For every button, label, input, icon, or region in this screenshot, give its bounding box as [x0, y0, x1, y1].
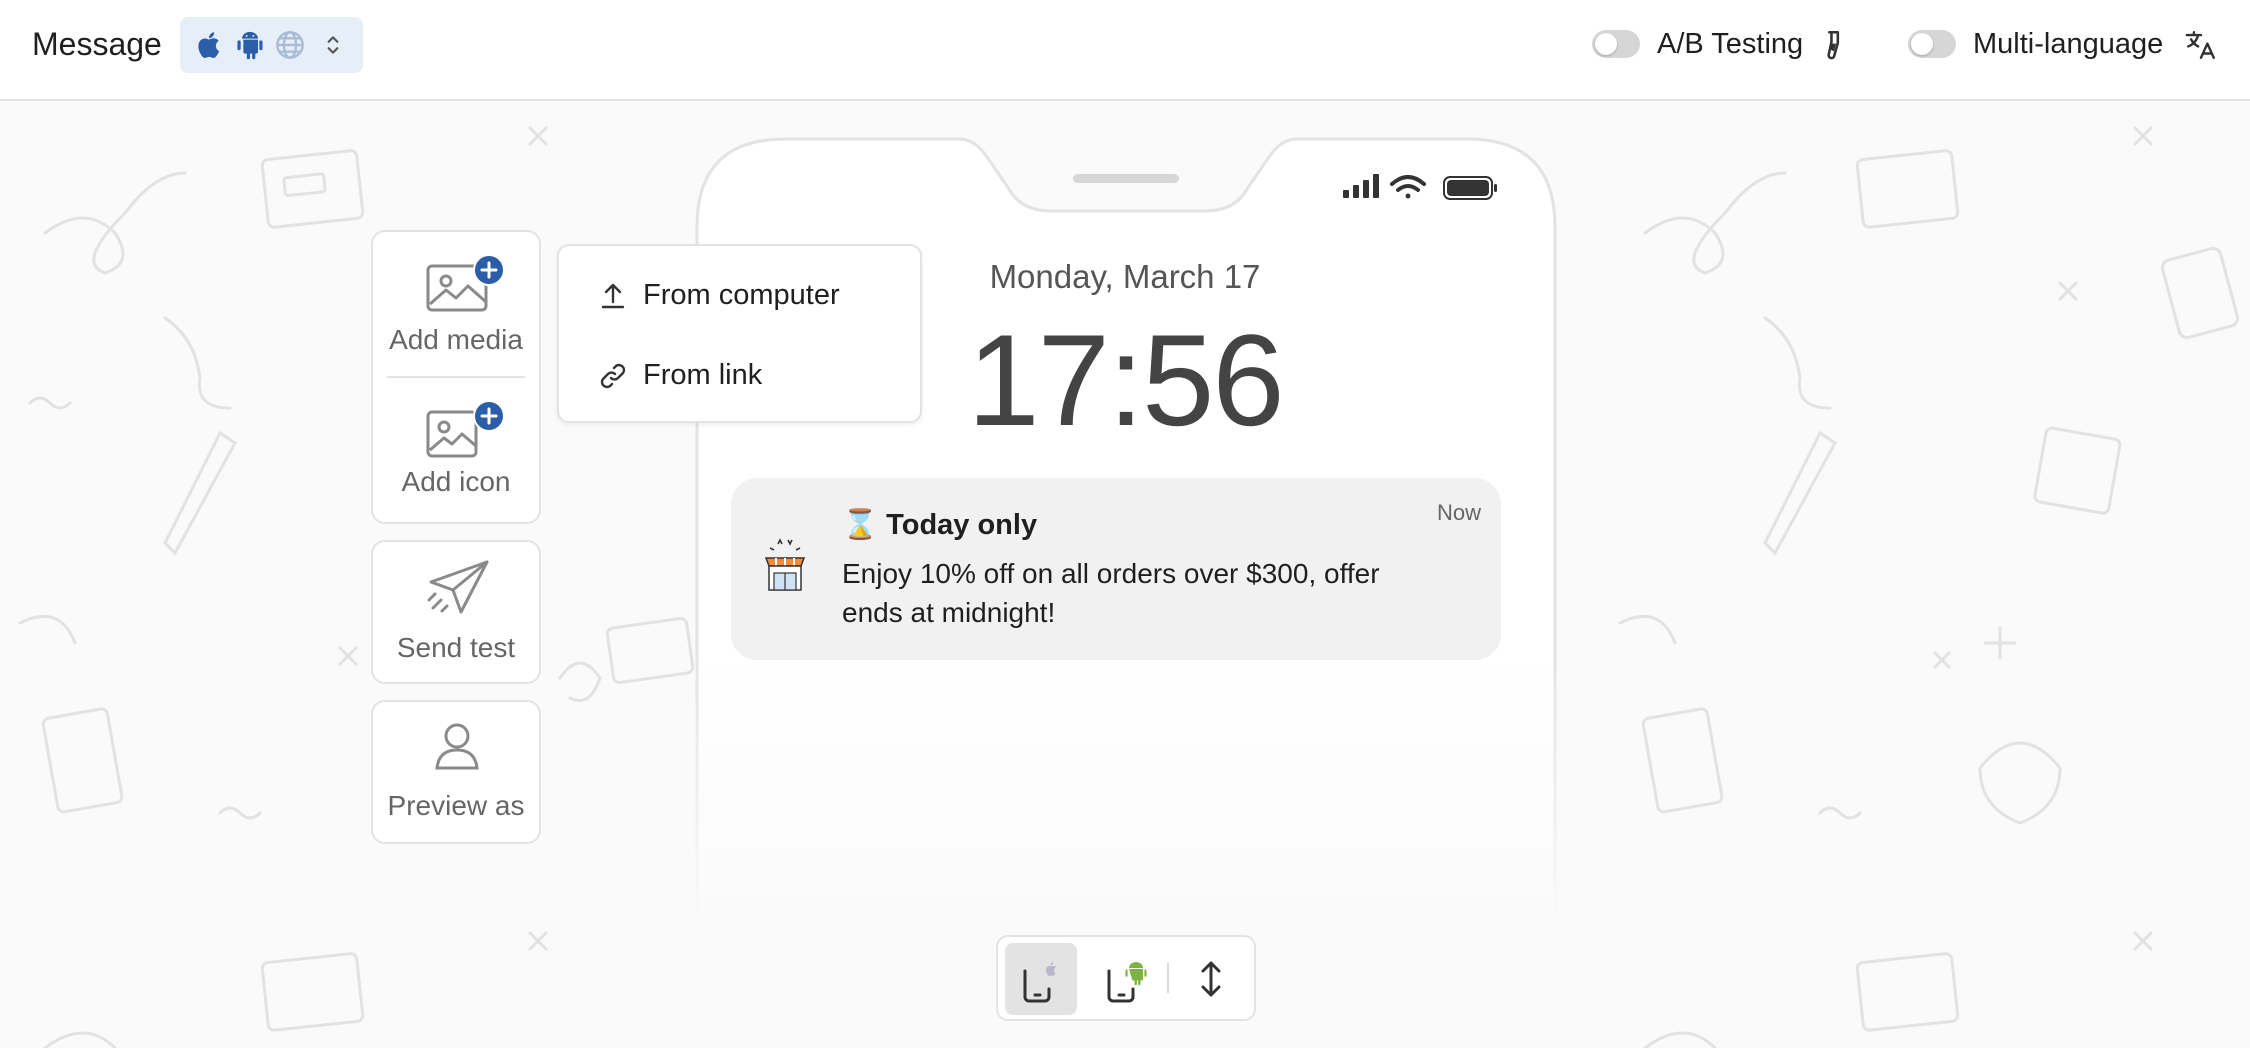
test-tube-icon: [1827, 30, 1840, 60]
preview-as-button[interactable]: Preview as: [371, 700, 541, 844]
from-computer-label: From computer: [643, 279, 840, 311]
notification-title: ⌛ Today only: [842, 509, 1038, 541]
android-phone-icon: [1107, 962, 1147, 1003]
ios-preview-button[interactable]: [1005, 943, 1077, 1015]
store-icon: [764, 538, 806, 591]
preview-as-label: Preview as: [387, 790, 525, 821]
lockscreen-time: 17:56: [967, 307, 1284, 453]
add-icon-button[interactable]: Add icon: [373, 378, 539, 524]
media-tools-card: Add media Add icon: [371, 230, 541, 524]
link-icon: [600, 363, 626, 389]
expand-collapse-button[interactable]: [1175, 943, 1247, 1015]
top-bar: Message A/B Testing Multi-language: [0, 0, 2250, 101]
switcher-divider: [1167, 963, 1169, 993]
device-switcher: [996, 935, 1256, 1021]
ab-testing-control: A/B Testing: [1592, 26, 1852, 66]
android-preview-button[interactable]: [1089, 943, 1161, 1015]
add-media-label: Add media: [389, 324, 523, 355]
multi-language-control: Multi-language: [1908, 26, 2228, 66]
android-icon: [237, 31, 263, 60]
push-notification-preview[interactable]: ⌛ Today only Now Enjoy 10% off on all or…: [731, 478, 1501, 660]
from-link-label: From link: [643, 359, 763, 391]
add-icon-image-icon: [426, 400, 505, 458]
add-icon-label: Add icon: [401, 466, 511, 497]
translate-icon: [2185, 31, 2215, 59]
multi-language-label: Multi-language: [1973, 28, 2164, 60]
lockscreen-date: Monday, March 17: [989, 258, 1261, 295]
paper-plane-icon: [427, 560, 489, 614]
apple-icon: [198, 32, 220, 58]
expand-vertical-icon: [1201, 961, 1221, 997]
multi-language-toggle[interactable]: [1908, 30, 1956, 58]
upload-icon: [601, 283, 625, 309]
user-icon: [435, 723, 479, 770]
globe-icon: [276, 31, 304, 59]
platform-selector[interactable]: [180, 17, 363, 73]
page-title: Message: [32, 26, 162, 62]
notification-body: Enjoy 10% off on all orders over $300, o…: [842, 558, 1380, 628]
notification-time: Now: [1436, 500, 1481, 525]
ios-phone-icon: [1023, 962, 1056, 1003]
add-media-dropdown: From computer From link: [557, 244, 922, 423]
ab-testing-toggle[interactable]: [1592, 30, 1640, 58]
add-media-button[interactable]: Add media: [373, 232, 539, 374]
from-computer-option[interactable]: From computer: [559, 266, 920, 326]
add-image-icon: [426, 254, 505, 312]
send-test-button[interactable]: Send test: [371, 540, 541, 684]
send-test-label: Send test: [396, 632, 516, 663]
chevron-updown-icon: [327, 36, 339, 54]
from-link-option[interactable]: From link: [559, 346, 920, 406]
ab-testing-label: A/B Testing: [1657, 28, 1804, 60]
